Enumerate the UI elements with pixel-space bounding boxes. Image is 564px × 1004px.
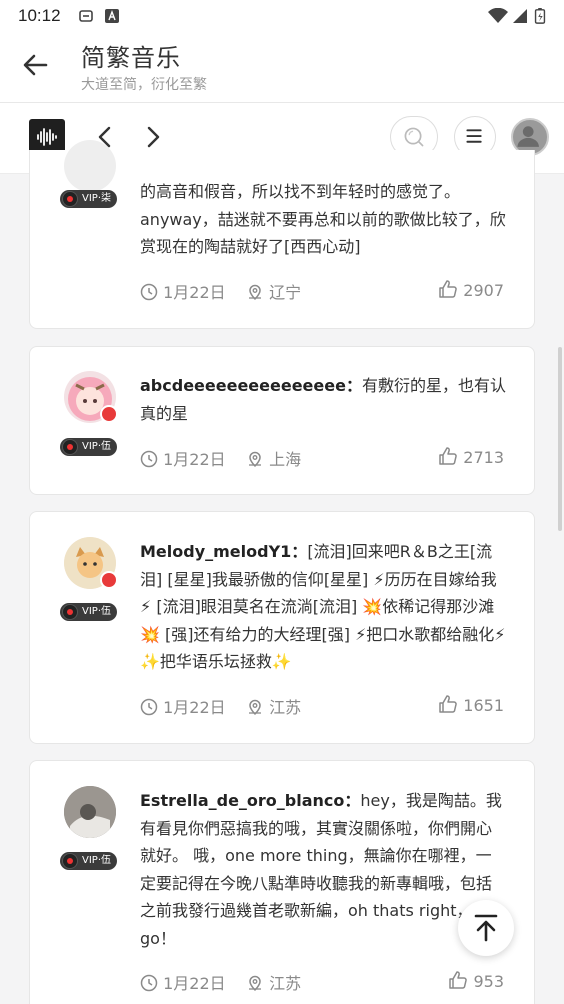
arrow-up-to-top-icon (474, 914, 498, 942)
vip-label: VIP·伍 (82, 441, 111, 452)
back-arrow-icon[interactable] (20, 50, 50, 80)
like-button[interactable]: 2907 (438, 279, 504, 301)
comment-meta: 1月22日 江苏 (140, 694, 302, 717)
like-count: 2907 (463, 281, 504, 300)
comment-location: 江苏 (269, 698, 302, 717)
location-pin-icon (248, 451, 261, 468)
status-bar: 10:12 (0, 0, 564, 32)
comment-date: 1月22日 (163, 698, 226, 717)
clock-icon (140, 974, 158, 992)
comment-location: 江苏 (269, 974, 302, 993)
comment-date: 1月22日 (163, 283, 226, 302)
clock-icon (140, 698, 158, 716)
app-notification-icon (105, 9, 119, 23)
comment-body: hey，我是陶喆。我有看見你們惡搞我的哦，其實沒關係啦，你們開心就好。 哦，on… (140, 791, 502, 948)
photo-avatar-image (64, 786, 116, 838)
vinyl-icon (62, 604, 78, 620)
thumbs-up-icon (439, 280, 457, 298)
wifi-icon (488, 8, 508, 23)
like-button[interactable]: 953 (448, 970, 504, 992)
scroll-to-top-button[interactable] (458, 900, 514, 956)
vip-badge: VIP·伍 (60, 852, 117, 870)
app-title: 简繁音乐 (81, 44, 181, 72)
commenter-avatar[interactable] (64, 786, 116, 838)
like-count: 953 (473, 972, 504, 991)
comment-text: 的高音和假音，所以找不到年轻时的感觉了。anyway，喆迷就不要再总和以前的歌做… (140, 178, 506, 261)
like-button[interactable]: 1651 (438, 694, 504, 716)
comment-username[interactable]: Melody_melodY1： (140, 542, 307, 561)
comment-username[interactable]: Estrella_de_oro_blanco： (140, 791, 360, 810)
comment-card: VIP·伍 abcdeeeeeeeeeeeeeee：有敷衍的星，也有认真的星 1… (29, 346, 535, 495)
thumbs-up-icon (439, 447, 457, 465)
music-badge-icon (100, 405, 118, 423)
vinyl-icon (62, 191, 78, 207)
chevron-right-icon[interactable] (140, 123, 166, 151)
clock-icon (140, 283, 158, 301)
location-pin-icon (248, 699, 261, 716)
user-avatar-icon (517, 126, 539, 147)
comment-card: VIP·伍 Estrella_de_oro_blanco：hey，我是陶喆。我有… (29, 760, 535, 1004)
comment-text: Melody_melodY1：[流泪]回来吧R＆B之王[流泪] [星星]我最骄傲… (140, 538, 506, 676)
status-time: 10:12 (18, 6, 61, 25)
vip-label: VIP·伍 (82, 606, 111, 617)
scrollbar[interactable] (558, 347, 562, 531)
app-bar: 简繁音乐 大道至简，衍化至繁 (0, 32, 564, 103)
music-badge-icon (100, 571, 118, 589)
comment-text: abcdeeeeeeeeeeeeeee：有敷衍的星，也有认真的星 (140, 372, 506, 427)
comment-card: VIP·柒 的高音和假音，所以找不到年轻时的感觉了。anyway，喆迷就不要再总… (29, 140, 535, 329)
thumbs-up-icon (439, 695, 457, 713)
signal-icon (513, 9, 527, 23)
comment-date: 1月22日 (163, 974, 226, 993)
notification-icon (79, 10, 93, 22)
thumbs-up-icon (449, 971, 468, 989)
comment-text: Estrella_de_oro_blanco：hey，我是陶喆。我有看見你們惡搞… (140, 787, 506, 952)
comment-body: [流泪]回来吧R＆B之王[流泪] [星星]我最骄傲的信仰[星星] ⚡历历在目嫁给… (140, 542, 506, 671)
vip-badge: VIP·伍 (60, 603, 117, 621)
comment-body: 的高音和假音，所以找不到年轻时的感觉了。anyway，喆迷就不要再总和以前的歌做… (140, 182, 506, 256)
battery-icon (534, 8, 546, 24)
comment-date: 1月22日 (163, 450, 226, 469)
comment-card: VIP·伍 Melody_melodY1：[流泪]回来吧R＆B之王[流泪] [星… (29, 511, 535, 744)
like-count: 1651 (463, 696, 504, 715)
comment-location: 辽宁 (269, 283, 302, 302)
like-button[interactable]: 2713 (438, 446, 504, 468)
comment-meta: 1月22日 上海 (140, 446, 302, 469)
like-count: 2713 (463, 448, 504, 467)
location-pin-icon (248, 284, 261, 301)
comment-meta: 1月22日 江苏 (140, 970, 302, 993)
commenter-avatar[interactable] (64, 140, 116, 192)
comment-location: 上海 (269, 450, 302, 469)
vip-label: VIP·伍 (82, 855, 111, 866)
comment-meta: 1月22日 辽宁 (140, 279, 302, 302)
vip-badge: VIP·柒 (60, 190, 117, 208)
vip-badge: VIP·伍 (60, 438, 117, 456)
vip-label: VIP·柒 (82, 193, 111, 204)
clock-icon (140, 450, 158, 468)
vinyl-icon (62, 853, 78, 869)
vinyl-icon (62, 439, 78, 455)
app-subtitle: 大道至简，衍化至繁 (81, 77, 207, 93)
location-pin-icon (248, 975, 261, 992)
comment-username[interactable]: abcdeeeeeeeeeeeeeee： (140, 376, 362, 395)
